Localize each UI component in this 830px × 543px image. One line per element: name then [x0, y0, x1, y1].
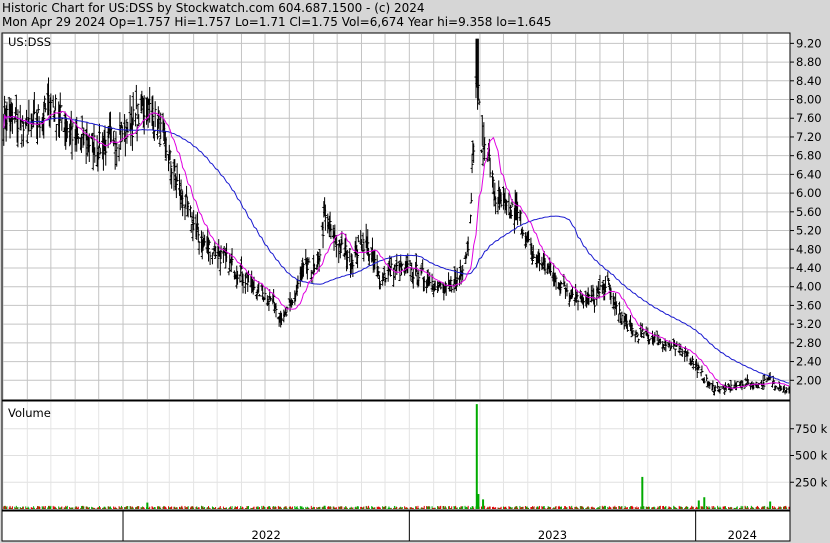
year-label: 2024 [728, 528, 757, 542]
price-tick-label: 3.60 [796, 298, 822, 312]
price-panel-label: US:DSS [8, 35, 51, 49]
price-tick-label: 2.40 [796, 355, 822, 369]
price-tick-label: 5.60 [796, 205, 822, 219]
price-tick-label: 6.80 [796, 149, 822, 163]
price-tick-label: 8.40 [796, 74, 822, 88]
price-tick-label: 2.00 [796, 373, 822, 387]
price-tick-label: 7.20 [796, 130, 822, 144]
price-tick-label: 4.80 [796, 242, 822, 256]
price-tick-label: 2.80 [796, 336, 822, 350]
price-tick-label: 8.80 [796, 55, 822, 69]
price-tick-label: 4.00 [796, 280, 822, 294]
volume-panel-label: Volume [8, 406, 51, 420]
price-tick-label: 5.20 [796, 224, 822, 238]
price-tick-label: 8.00 [796, 93, 822, 107]
volume-tick-label: 750 k [795, 422, 828, 436]
price-tick-label: 7.60 [796, 111, 822, 125]
price-tick-label: 4.40 [796, 261, 822, 275]
year-label: 2023 [538, 528, 567, 542]
price-tick-label: 9.20 [796, 36, 822, 50]
price-tick-label: 6.00 [796, 186, 822, 200]
volume-tick-label: 250 k [795, 475, 828, 489]
year-label: 2022 [252, 528, 281, 542]
volume-tick-label: 500 k [795, 449, 828, 463]
price-tick-label: 6.40 [796, 167, 822, 181]
price-tick-label: 3.20 [796, 317, 822, 331]
date-axis-band [1, 510, 791, 542]
stock-chart: 9.20 8.80 8.40 8.00 7.60 7.20 6.80 6.40 6.00 5.60… [1, 32, 828, 542]
